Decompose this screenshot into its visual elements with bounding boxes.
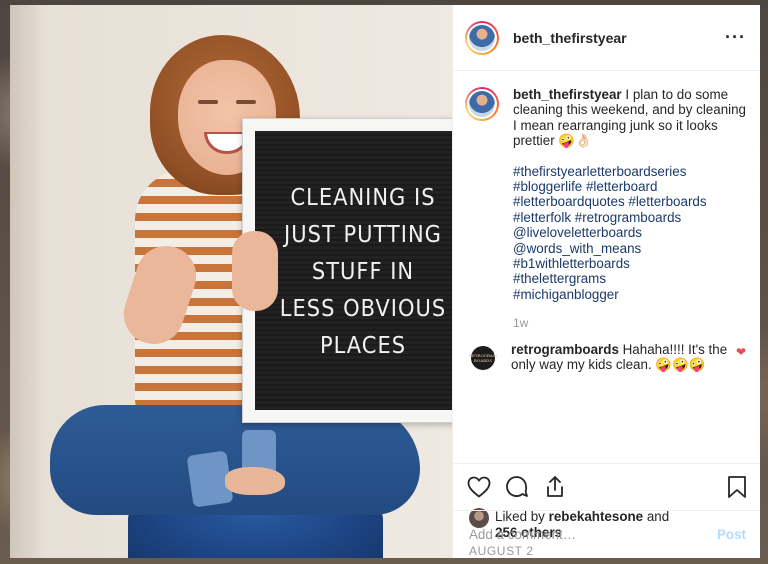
hashtag-link[interactable]: #michiganblogger — [513, 287, 746, 302]
comment-icon[interactable] — [505, 475, 529, 499]
comment-avatar[interactable]: RETROGRAM BOARDS — [469, 345, 497, 370]
photo-wall — [10, 5, 40, 558]
mention-link[interactable]: @words_with_means — [513, 241, 746, 256]
comments-list[interactable]: beth_thefirstyear I plan to do some clea… — [453, 71, 760, 463]
photo-eye — [198, 100, 218, 104]
post-button[interactable]: Post — [717, 527, 746, 542]
post-photo[interactable]: CLEANING IS JUST PUTTING STUFF IN LESS O… — [10, 5, 452, 558]
action-bar — [453, 463, 760, 509]
photo-eye — [236, 100, 256, 104]
header-username[interactable]: beth_thefirstyear — [513, 30, 725, 46]
bookmark-icon[interactable] — [726, 475, 748, 499]
comment-item: RETROGRAM BOARDS retrogramboards Hahaha!… — [465, 342, 746, 373]
post-modal: CLEANING IS JUST PUTTING STUFF IN LESS O… — [10, 5, 760, 558]
comment-body: retrogramboards Hahaha!!!! It's the only… — [511, 342, 728, 373]
hashtag-link[interactable]: #thelettergrams — [513, 271, 746, 286]
post-side-panel: beth_thefirstyear ··· beth_thefirstyear … — [452, 5, 760, 558]
caption-age[interactable]: 1w — [513, 316, 746, 331]
letter-board-line: PLACES — [319, 331, 407, 358]
caption-hashtags: #thefirstyearletterboardseries #bloggerl… — [513, 164, 746, 303]
avatar[interactable] — [465, 20, 499, 55]
add-comment-bar: Post — [453, 510, 760, 558]
caption-username[interactable]: beth_thefirstyear — [513, 87, 622, 102]
comment-heart-icon[interactable]: ❤ — [736, 345, 746, 373]
hashtag-link[interactable]: #thefirstyearletterboardseries — [513, 164, 746, 179]
share-icon[interactable] — [543, 475, 567, 499]
letter-board-line: LESS OBVIOUS — [279, 294, 447, 321]
letter-board-felt: CLEANING IS JUST PUTTING STUFF IN LESS O… — [255, 131, 452, 410]
comment-input[interactable] — [469, 527, 717, 542]
letter-board-line: CLEANING IS — [290, 183, 436, 210]
photo-hand — [232, 231, 278, 311]
avatar-image — [469, 24, 495, 51]
more-options-icon[interactable]: ··· — [725, 27, 746, 48]
post-header: beth_thefirstyear ··· — [453, 5, 760, 71]
caption: beth_thefirstyear I plan to do some clea… — [465, 87, 746, 332]
heart-icon[interactable] — [467, 476, 491, 498]
comment-username[interactable]: retrogramboards — [511, 342, 619, 357]
hashtag-link[interactable]: #b1withletterboards — [513, 256, 746, 271]
hashtag-link[interactable]: #letterboardquotes #letterboards — [513, 194, 746, 209]
mention-link[interactable]: @liveloveletterboards — [513, 225, 746, 240]
photo-foot — [225, 467, 285, 495]
avatar-image — [469, 91, 495, 117]
letter-board-line: JUST PUTTING — [284, 220, 442, 247]
caption-avatar[interactable] — [465, 87, 499, 121]
avatar-frame — [467, 89, 497, 119]
caption-body: beth_thefirstyear I plan to do some clea… — [513, 87, 746, 332]
hashtag-link[interactable]: #bloggerlife #letterboard — [513, 179, 746, 194]
letter-board-line: STUFF IN — [311, 257, 415, 284]
hashtag-link[interactable]: #letterfolk #retrogramboards — [513, 210, 746, 225]
avatar-frame — [467, 22, 497, 53]
